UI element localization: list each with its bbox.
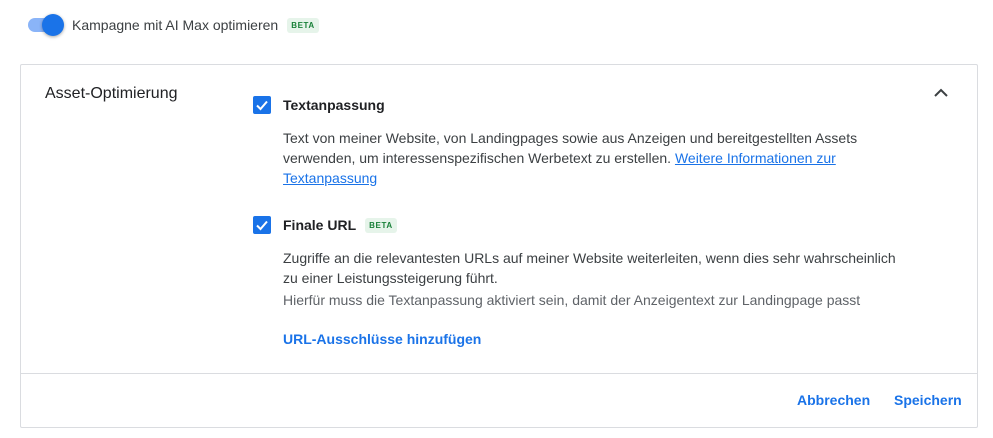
final-url-description: Zugriffe an die relevantesten URLs auf m… <box>283 248 923 288</box>
description-line: zu einer Leistungssteigerung führt. <box>283 270 498 286</box>
checkmark-icon <box>256 100 268 111</box>
save-button[interactable]: Speichern <box>894 392 962 408</box>
final-url-checkbox[interactable] <box>253 216 271 234</box>
asset-optimization-card: Asset-Optimierung Textanpassung Text von… <box>20 64 978 428</box>
final-url-note: Hierfür muss die Textanpassung aktiviert… <box>283 292 861 308</box>
learn-more-link[interactable]: Weitere Informationen zur <box>675 150 836 166</box>
option-text-customization: Textanpassung Text von meiner Website, v… <box>253 95 923 188</box>
ai-max-toggle-switch[interactable] <box>28 14 64 36</box>
beta-badge: BETA <box>287 17 319 33</box>
collapse-button[interactable] <box>931 83 951 103</box>
option-final-url: Finale URL BETA Zugriffe an die relevant… <box>253 215 923 310</box>
footer-divider <box>21 373 977 374</box>
description-line: Zugriffe an die relevantesten URLs auf m… <box>283 250 896 266</box>
chevron-up-icon <box>934 88 948 97</box>
description-line: verwenden, um interessenspezifischen Wer… <box>283 150 672 166</box>
text-customization-title: Textanpassung <box>283 97 385 113</box>
toggle-thumb <box>42 14 64 36</box>
checkmark-icon <box>256 220 268 231</box>
cancel-button[interactable]: Abbrechen <box>797 392 870 408</box>
learn-more-link-continued[interactable]: Textanpassung <box>283 170 377 186</box>
description-line: Text von meiner Website, von Landingpage… <box>283 130 858 146</box>
final-url-title: Finale URL <box>283 217 357 233</box>
ai-max-toggle-row: Kampagne mit AI Max optimieren BETA <box>28 14 319 36</box>
text-customization-checkbox[interactable] <box>253 96 271 114</box>
text-customization-description: Text von meiner Website, von Landingpage… <box>283 128 923 188</box>
ai-max-toggle-label: Kampagne mit AI Max optimieren <box>72 17 279 33</box>
add-url-exclusions-button[interactable]: URL-Ausschlüsse hinzufügen <box>283 331 481 347</box>
beta-badge: BETA <box>365 217 397 233</box>
card-title: Asset-Optimierung <box>45 85 178 102</box>
